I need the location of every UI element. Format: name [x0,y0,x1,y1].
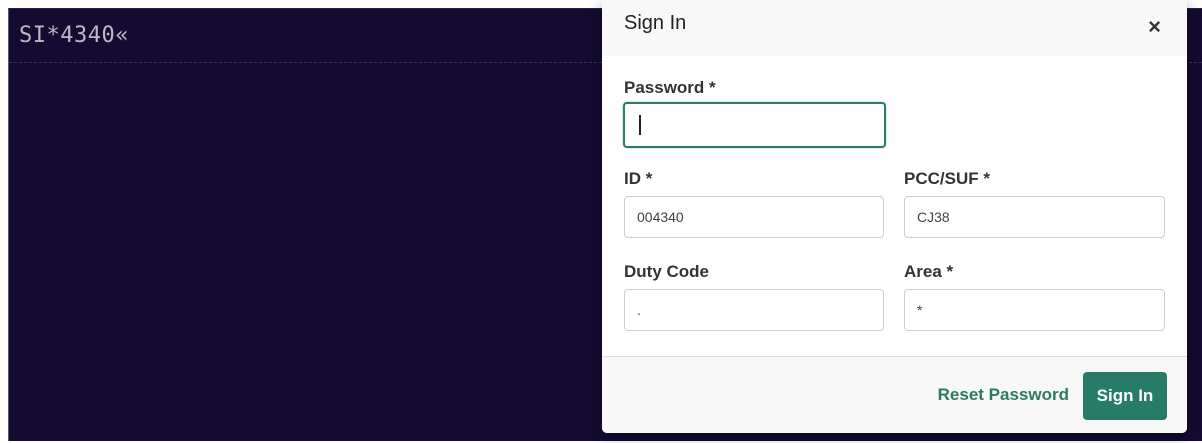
duty-code-label: Duty Code [624,262,709,281]
area-field[interactable] [904,289,1165,331]
sign-in-dialog: Sign In × Password * ID * PCC/SUF * Duty… [602,0,1187,433]
id-field[interactable] [624,196,884,238]
id-label: ID * [624,169,653,188]
password-label: Password * [624,78,716,97]
pcc-label: PCC/SUF * [904,169,990,188]
dialog-header: Sign In × [602,0,1187,56]
password-field[interactable] [623,102,886,148]
close-icon[interactable]: × [1148,16,1161,38]
pcc-field[interactable] [904,196,1165,238]
dialog-footer: Reset Password Sign In [602,356,1187,433]
text-caret [639,115,641,135]
area-label: Area * [904,262,954,281]
duty-code-field[interactable] [624,289,884,331]
terminal-command-text: SI*4340« [19,23,129,48]
sign-in-button[interactable]: Sign In [1083,372,1167,420]
reset-password-link[interactable]: Reset Password [938,385,1069,405]
dialog-title: Sign In [624,12,687,34]
